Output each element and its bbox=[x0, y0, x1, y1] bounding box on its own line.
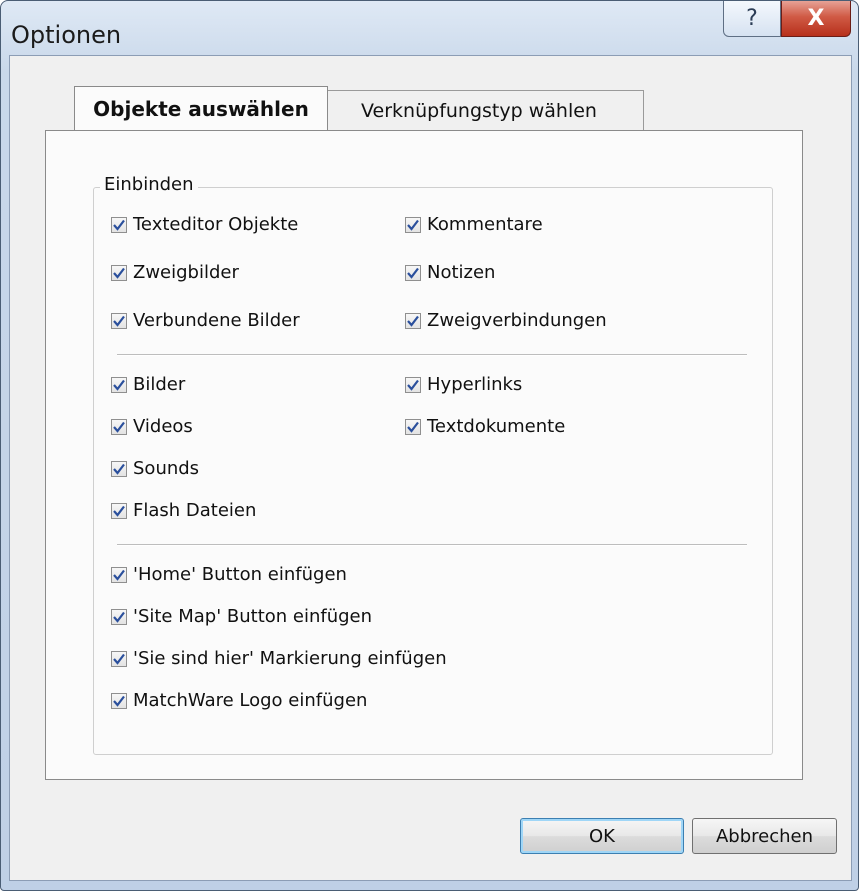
checkbox-videos[interactable]: Videos bbox=[111, 416, 193, 437]
close-icon: X bbox=[807, 6, 825, 31]
checkbox-box bbox=[111, 264, 127, 281]
checkmark-icon bbox=[113, 463, 125, 475]
tab-verknuepfungstyp-waehlen[interactable]: Verknüpfungstyp wählen bbox=[314, 90, 644, 130]
section-divider bbox=[117, 354, 747, 356]
options-dialog: Optionen ? X Objekte auswählen Verknüpfu… bbox=[0, 0, 859, 891]
dialog-client-area: Objekte auswählen Verknüpfungstyp wählen… bbox=[9, 55, 852, 881]
checkmark-icon bbox=[407, 315, 419, 327]
checkbox-label: Verbundene Bilder bbox=[133, 310, 300, 331]
checkbox-box bbox=[405, 312, 421, 329]
checkbox-bilder[interactable]: Bilder bbox=[111, 374, 185, 395]
tab-label: Objekte auswählen bbox=[93, 96, 309, 121]
checkbox-box bbox=[111, 566, 127, 583]
checkbox-sounds[interactable]: Sounds bbox=[111, 458, 199, 479]
checkbox-label: MatchWare Logo einfügen bbox=[133, 690, 368, 711]
checkbox-box bbox=[405, 264, 421, 281]
checkbox-zweigverbindungen[interactable]: Zweigverbindungen bbox=[405, 310, 607, 331]
einbinden-group: Einbinden Texteditor Objekte Kommentare … bbox=[93, 174, 773, 755]
cancel-button[interactable]: Abbrechen bbox=[692, 818, 837, 854]
checkbox-label: Texteditor Objekte bbox=[133, 214, 299, 235]
checkbox-sie-sind-hier[interactable]: 'Sie sind hier' Markierung einfügen bbox=[111, 648, 447, 669]
checkbox-site-map-button[interactable]: 'Site Map' Button einfügen bbox=[111, 606, 372, 627]
checkbox-kommentare[interactable]: Kommentare bbox=[405, 214, 543, 235]
checkbox-label: 'Site Map' Button einfügen bbox=[133, 606, 373, 627]
question-icon: ? bbox=[746, 6, 758, 31]
checkbox-label: Bilder bbox=[133, 374, 186, 395]
checkbox-box bbox=[405, 216, 421, 233]
checkmark-icon bbox=[407, 219, 419, 231]
checkmark-icon bbox=[113, 315, 125, 327]
checkmark-icon bbox=[113, 379, 125, 391]
checkbox-notizen[interactable]: Notizen bbox=[405, 262, 495, 283]
checkbox-verbundene-bilder[interactable]: Verbundene Bilder bbox=[111, 310, 300, 331]
checkmark-icon bbox=[113, 421, 125, 433]
checkmark-icon bbox=[113, 219, 125, 231]
section-divider bbox=[117, 544, 747, 546]
checkbox-home-button[interactable]: 'Home' Button einfügen bbox=[111, 564, 347, 585]
checkbox-label: Zweigbilder bbox=[133, 262, 239, 283]
checkmark-icon bbox=[113, 267, 125, 279]
checkmark-icon bbox=[113, 569, 125, 581]
checkbox-matchware-logo[interactable]: MatchWare Logo einfügen bbox=[111, 690, 367, 711]
checkbox-box bbox=[111, 502, 127, 519]
ok-button[interactable]: OK bbox=[520, 818, 684, 854]
checkbox-box bbox=[111, 312, 127, 329]
checkbox-box bbox=[111, 216, 127, 233]
checkbox-textdokumente[interactable]: Textdokumente bbox=[405, 416, 565, 437]
checkmark-icon bbox=[113, 653, 125, 665]
tab-objekte-auswaehlen[interactable]: Objekte auswählen bbox=[74, 86, 328, 130]
checkbox-label: Flash Dateien bbox=[133, 500, 257, 521]
checkmark-icon bbox=[113, 695, 125, 707]
checkbox-label: 'Sie sind hier' Markierung einfügen bbox=[133, 648, 447, 669]
checkbox-box bbox=[111, 692, 127, 709]
tab-label: Verknüpfungstyp wählen bbox=[361, 99, 597, 122]
checkmark-icon bbox=[407, 267, 419, 279]
tab-panel: Einbinden Texteditor Objekte Kommentare … bbox=[45, 130, 803, 780]
checkmark-icon bbox=[113, 505, 125, 517]
checkbox-hyperlinks[interactable]: Hyperlinks bbox=[405, 374, 522, 395]
checkbox-box bbox=[111, 376, 127, 393]
checkbox-box bbox=[111, 418, 127, 435]
ok-button-label: OK bbox=[589, 825, 615, 847]
checkmark-icon bbox=[407, 421, 419, 433]
group-title: Einbinden bbox=[100, 174, 198, 195]
window-title: Optionen bbox=[11, 21, 122, 49]
checkbox-box bbox=[111, 608, 127, 625]
checkbox-flash-dateien[interactable]: Flash Dateien bbox=[111, 500, 256, 521]
checkbox-box bbox=[405, 418, 421, 435]
checkbox-label: 'Home' Button einfügen bbox=[133, 564, 347, 585]
close-button[interactable]: X bbox=[781, 1, 851, 37]
checkbox-label: Kommentare bbox=[427, 214, 543, 235]
checkbox-label: Zweigverbindungen bbox=[427, 310, 607, 331]
checkbox-box bbox=[111, 650, 127, 667]
checkbox-label: Notizen bbox=[427, 262, 496, 283]
checkbox-label: Sounds bbox=[133, 458, 200, 479]
checkbox-box bbox=[111, 460, 127, 477]
checkmark-icon bbox=[113, 611, 125, 623]
checkbox-label: Hyperlinks bbox=[427, 374, 523, 395]
checkbox-box bbox=[405, 376, 421, 393]
checkbox-label: Textdokumente bbox=[427, 416, 566, 437]
checkmark-icon bbox=[407, 379, 419, 391]
cancel-button-label: Abbrechen bbox=[715, 825, 814, 847]
checkbox-label: Videos bbox=[133, 416, 193, 437]
checkbox-zweigbilder[interactable]: Zweigbilder bbox=[111, 262, 239, 283]
checkbox-texteditor-objekte[interactable]: Texteditor Objekte bbox=[111, 214, 298, 235]
help-button[interactable]: ? bbox=[723, 1, 781, 37]
